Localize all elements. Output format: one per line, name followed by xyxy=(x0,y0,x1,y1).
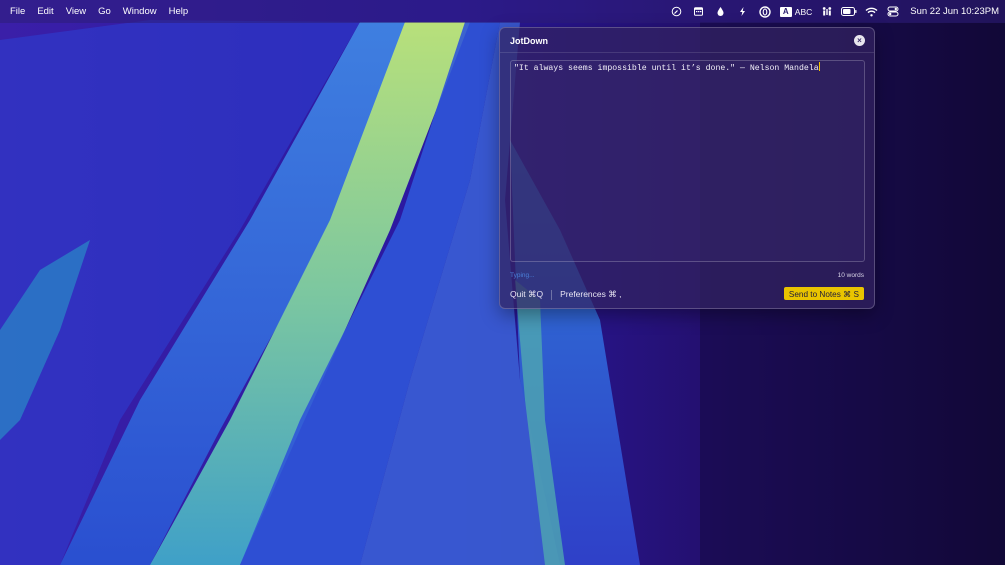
preferences-button[interactable]: Preferences ⌘ , xyxy=(560,289,621,300)
drop-icon[interactable] xyxy=(710,0,732,23)
word-count: 10 words xyxy=(837,272,864,279)
footer-divider xyxy=(551,289,553,300)
app-menu: File Edit View Go Window Help xyxy=(4,6,194,17)
menu-clock[interactable]: Sun 22 Jun 10:23PM xyxy=(904,6,999,17)
menu-edit[interactable]: Edit xyxy=(31,6,59,17)
input-source-menu[interactable]: A ABC xyxy=(776,6,816,17)
battery-icon[interactable] xyxy=(838,0,860,23)
menu-window[interactable]: Window xyxy=(117,6,163,17)
popup-title: JotDown xyxy=(510,36,548,46)
input-source-icon: A xyxy=(779,6,792,17)
menu-view[interactable]: View xyxy=(60,6,92,17)
compass-icon[interactable] xyxy=(666,0,688,23)
menu-go[interactable]: Go xyxy=(92,6,117,17)
wifi-icon[interactable] xyxy=(860,0,882,23)
typing-status: Typing... xyxy=(510,272,535,279)
note-editor[interactable]: "It always seems impossible until it’s d… xyxy=(510,60,865,262)
control-center-icon[interactable] xyxy=(882,0,904,23)
send-to-notes-button[interactable]: Send to Notes ⌘ S xyxy=(783,287,864,300)
menu-file[interactable]: File xyxy=(4,6,31,17)
title-divider xyxy=(500,52,874,53)
editor-text: "It always seems impossible until it’s d… xyxy=(514,64,819,73)
people-icon[interactable] xyxy=(816,0,838,23)
jotdown-popup: JotDown × "It always seems impossible un… xyxy=(499,27,875,309)
text-caret xyxy=(818,62,820,71)
popup-footer: Quit ⌘Q Preferences ⌘ , xyxy=(510,289,621,300)
circle-icon[interactable] xyxy=(754,0,776,23)
bolt-icon[interactable] xyxy=(732,0,754,23)
close-icon: × xyxy=(857,36,862,45)
quit-button[interactable]: Quit ⌘Q xyxy=(510,289,543,300)
status-area: A ABC Sun 22 Jun 10:23PM xyxy=(666,0,999,23)
calendar-icon[interactable] xyxy=(688,0,710,23)
menu-bar: File Edit View Go Window Help A ABC Sun … xyxy=(0,0,1005,23)
input-source-label: ABC xyxy=(794,6,813,17)
close-button[interactable]: × xyxy=(854,35,865,46)
editor-text-line: "It always seems impossible until it’s d… xyxy=(514,62,820,73)
menu-help[interactable]: Help xyxy=(163,6,195,17)
